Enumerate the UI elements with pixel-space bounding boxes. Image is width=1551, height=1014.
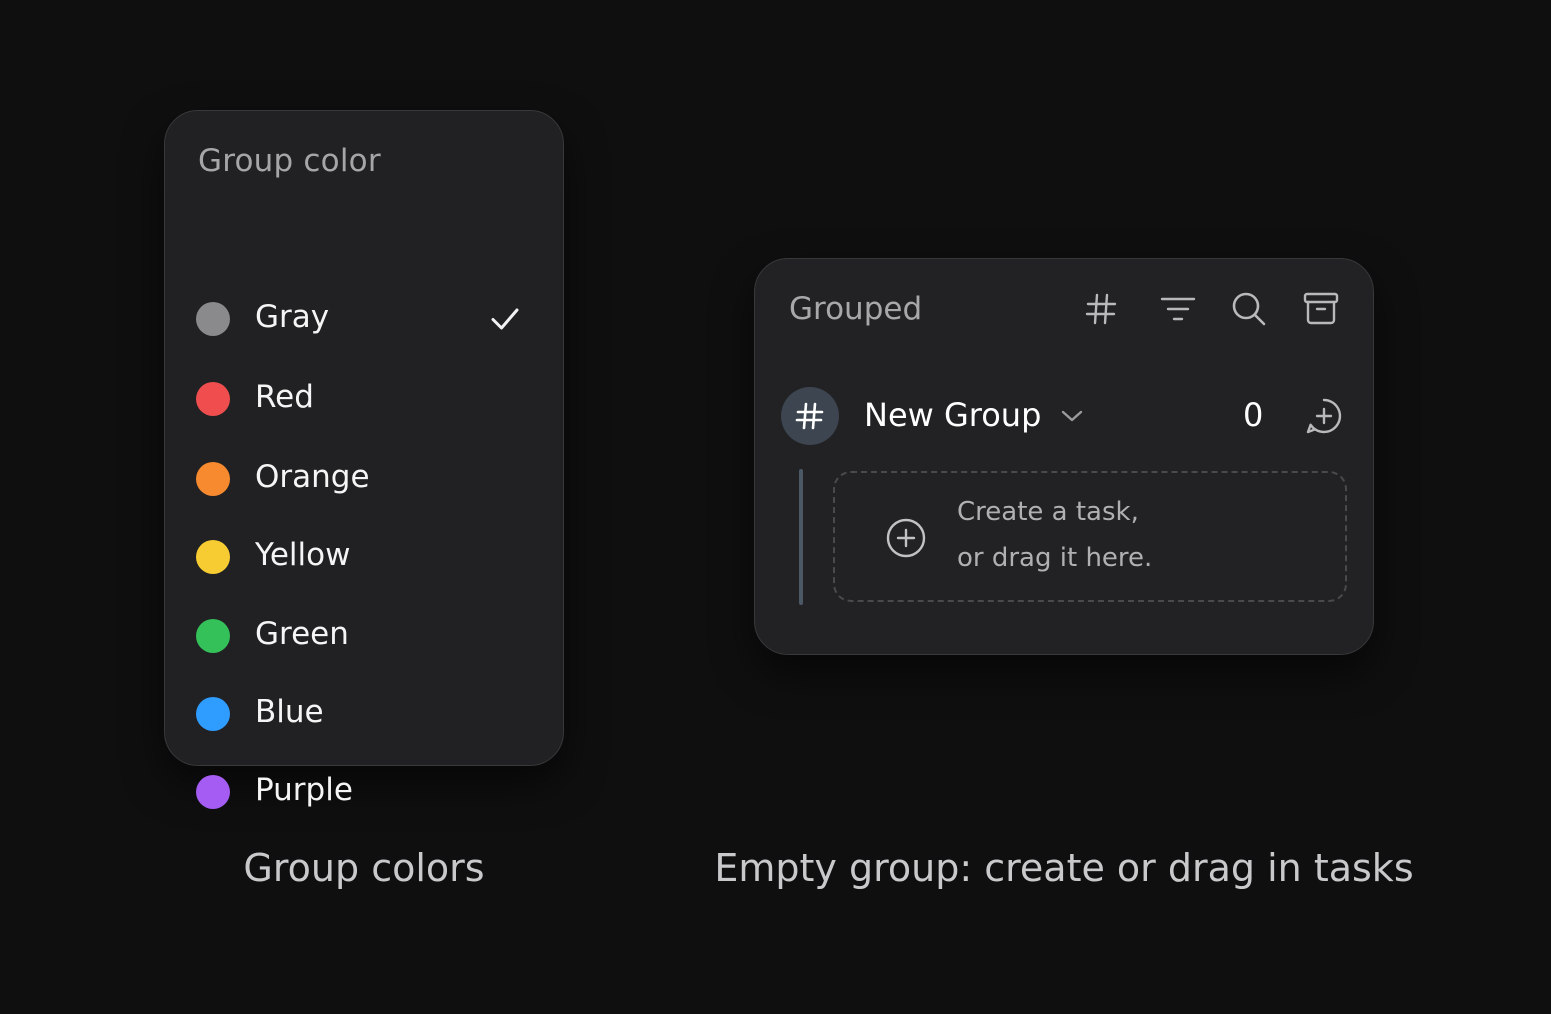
color-option-label: Blue <box>255 694 324 730</box>
group-color-heading: Group color <box>198 143 381 179</box>
orange-swatch <box>196 462 230 496</box>
search-icon <box>1232 292 1266 326</box>
dropzone-text-line1: Create a task, <box>957 497 1139 527</box>
caption-empty-group: Empty group: create or drag in tasks <box>714 846 1414 890</box>
group-name[interactable]: New Group <box>864 396 1041 434</box>
search-button[interactable] <box>1227 287 1271 331</box>
group-color-menu: Group color Gray Red Orange Yellow Green… <box>164 110 564 809</box>
add-task-icon[interactable] <box>1300 392 1348 440</box>
color-option-label: Gray <box>255 299 330 335</box>
color-option-orange[interactable]: Orange <box>165 449 563 509</box>
purple-swatch <box>196 775 230 809</box>
filter-button[interactable] <box>1156 287 1200 331</box>
plus-circle-icon <box>886 518 926 558</box>
filter-icon <box>1160 297 1196 321</box>
hash-icon <box>795 402 824 430</box>
color-option-green[interactable]: Green <box>165 606 563 666</box>
gray-swatch <box>196 302 230 336</box>
dropzone-text-line2: or drag it here. <box>957 543 1153 573</box>
color-option-red[interactable]: Red <box>165 369 563 429</box>
archive-button[interactable] <box>1299 287 1343 331</box>
hash-button[interactable] <box>1079 287 1123 331</box>
color-option-label: Orange <box>255 459 370 495</box>
task-count: 0 <box>1243 396 1264 434</box>
color-option-gray[interactable]: Gray <box>165 289 563 349</box>
color-option-label: Yellow <box>255 537 351 573</box>
color-option-yellow[interactable]: Yellow <box>165 527 563 587</box>
group-color-rail <box>799 469 803 605</box>
chevron-down-icon[interactable] <box>1057 401 1087 431</box>
color-option-purple[interactable]: Purple <box>165 762 563 822</box>
checkmark-icon <box>491 308 519 330</box>
hash-icon <box>1085 293 1117 325</box>
panel-title: Grouped <box>789 291 923 327</box>
yellow-swatch <box>196 540 230 574</box>
grouped-panel: Grouped New Group 0 Create a task, or dr… <box>754 258 1374 655</box>
red-swatch <box>196 382 230 416</box>
blue-swatch <box>196 697 230 731</box>
green-swatch <box>196 619 230 653</box>
color-option-blue[interactable]: Blue <box>165 684 563 744</box>
task-dropzone[interactable]: Create a task, or drag it here. <box>833 471 1347 602</box>
color-option-label: Purple <box>255 772 353 808</box>
color-option-label: Green <box>255 616 349 652</box>
color-option-label: Red <box>255 379 314 415</box>
archive-icon <box>1303 292 1339 325</box>
group-avatar[interactable] <box>781 387 839 445</box>
group-header-row: New Group 0 <box>781 387 1351 445</box>
caption-group-colors: Group colors <box>243 846 485 890</box>
